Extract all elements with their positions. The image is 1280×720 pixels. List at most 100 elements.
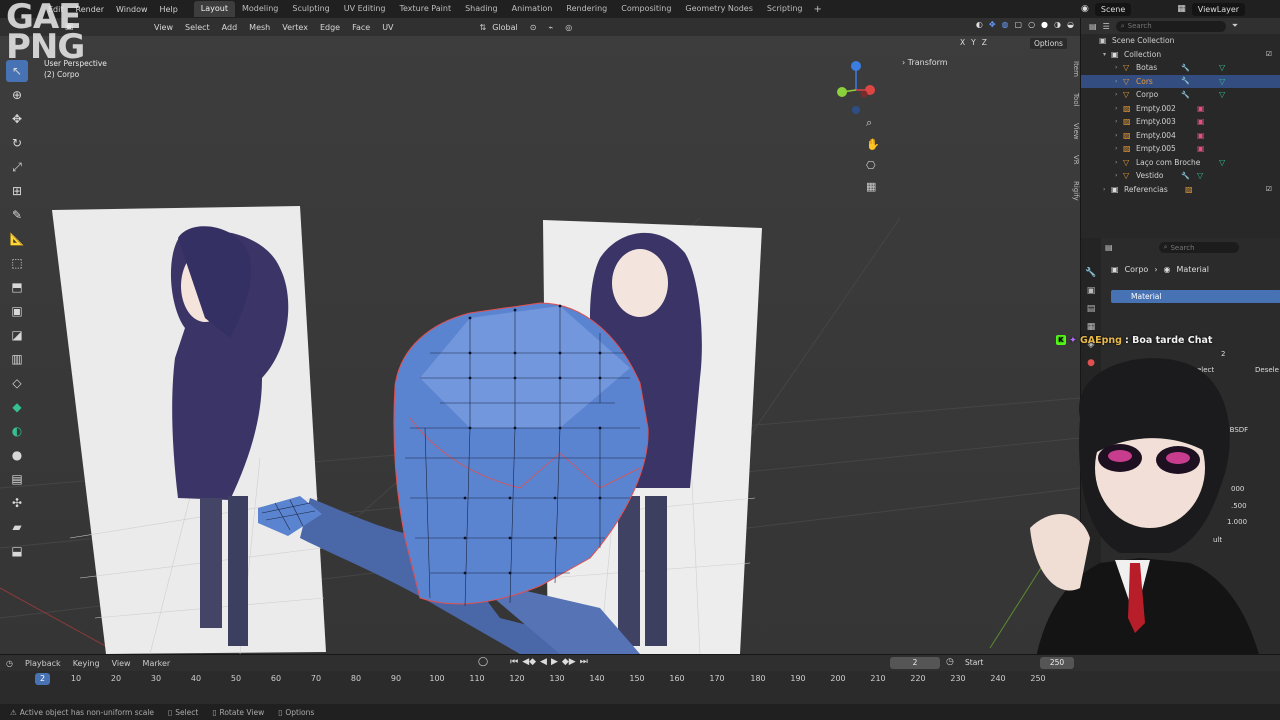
viewport-menu-edge[interactable]: Edge [314,23,346,32]
mirror-axis-x[interactable]: X [960,38,965,47]
expand-icon[interactable]: › [1103,186,1111,193]
tab-item[interactable]: Item [1064,58,1080,80]
viewport-menu-face[interactable]: Face [346,23,376,32]
menu-window[interactable]: Window [110,5,154,14]
scene-collection-row[interactable]: ▣ Scene Collection [1081,34,1280,48]
timeline-menu-playback[interactable]: Playback [19,659,67,668]
end-frame-field[interactable]: 250 [1040,657,1074,669]
current-frame-field[interactable]: 2 [890,657,940,669]
snap-icon[interactable]: ⌁ [542,23,559,32]
scale-tool-icon[interactable]: ⤢ [6,156,28,178]
outliner-item-vestido[interactable]: › ▽ Vestido 🔧 ▽ [1081,169,1280,183]
outliner-item-laco-com-broche[interactable]: › ▽ Laço com Broche ▽ [1081,156,1280,170]
outliner-item-empty-002[interactable]: › ▨ Empty.002 ▣ [1081,102,1280,116]
view-layer-props-icon[interactable]: ▦ [1087,322,1096,332]
shrink-fatten-tool-icon[interactable]: ✣ [6,492,28,514]
expand-icon[interactable]: › [1115,118,1123,125]
3d-viewport[interactable]: ▣ View Select Add Mesh Vertex Edge Face … [0,18,1080,654]
viewport-menu-select[interactable]: Select [179,23,216,32]
viewport-menu-add[interactable]: Add [216,23,244,32]
display-mode-icon[interactable]: ☰ [1103,22,1110,31]
outliner-item-cors[interactable]: › ▽ Cors 🔧 ▽ [1081,74,1280,88]
properties-search[interactable]: ⌕ Search [1158,242,1239,253]
tab-animation[interactable]: Animation [505,1,560,17]
outliner-item-referencias[interactable]: › ▣ Referencias ▨ ☑ [1081,183,1280,197]
outliner-search[interactable]: ⌕ Search [1115,20,1226,32]
tab-texture-paint[interactable]: Texture Paint [392,1,458,17]
move-tool-icon[interactable]: ✥ [6,108,28,130]
jump-keyframe-forward-icon[interactable]: ◆▶ [562,657,576,667]
editor-type-icon[interactable]: ▤ [1089,22,1097,31]
tab-shading[interactable]: Shading [458,1,505,17]
expand-icon[interactable]: › [1115,145,1123,152]
navigation-gizmo[interactable] [832,60,882,120]
extrude-tool-icon[interactable]: ⬒ [6,276,28,298]
camera-icon[interactable]: ⎔ [866,159,880,172]
tab-vr[interactable]: VR [1064,152,1080,168]
jump-keyframe-back-icon[interactable]: ◀◆ [522,657,536,667]
edge-slide-tool-icon[interactable]: ▤ [6,468,28,490]
cursor-tool-icon[interactable]: ⊕ [6,84,28,106]
filter-icon[interactable]: ⏷ [1232,21,1238,31]
play-reverse-icon[interactable]: ◀ [540,657,547,667]
expand-icon[interactable]: › [1115,159,1123,166]
tab-rigify[interactable]: Rigify [1064,178,1080,204]
tool-props-icon[interactable]: 🔧 [1085,268,1096,278]
editor-type-icon[interactable]: ▤ [1105,243,1113,252]
render-props-icon[interactable]: ▣ [1087,286,1096,296]
rip-tool-icon[interactable]: ⬓ [6,540,28,562]
add-cube-tool-icon[interactable]: ⬚ [6,252,28,274]
jump-end-icon[interactable]: ⏭ [580,657,588,667]
wireframe-shading-icon[interactable]: ○ [1028,20,1035,29]
outliner-item-botas[interactable]: › ▽ Botas 🔧 ▽ [1081,61,1280,75]
expand-icon[interactable]: › [1115,172,1123,179]
timeline-menu-view[interactable]: View [106,659,137,668]
spin-tool-icon[interactable]: ◐ [6,420,28,442]
tab-modeling[interactable]: Modeling [235,1,285,17]
menu-render[interactable]: Render [70,5,110,14]
jump-start-icon[interactable]: ⏮ [510,657,518,667]
zoom-icon[interactable]: ⌕ [866,116,880,130]
output-props-icon[interactable]: ▤ [1087,304,1096,314]
scene-selector[interactable]: Scene [1094,2,1132,16]
expand-icon[interactable]: ▾ [1103,51,1111,58]
expand-icon[interactable]: › [1115,105,1123,112]
checkbox-icon[interactable]: ☑ [1266,50,1272,58]
view-layer-selector[interactable]: ViewLayer [1191,2,1246,16]
menu-help[interactable]: Help [154,5,184,14]
annotate-tool-icon[interactable]: ✎ [6,204,28,226]
proportional-icon[interactable]: ◎ [559,23,578,32]
mirror-axis-z[interactable]: Z [982,38,987,47]
material-slot[interactable]: Material [1111,290,1280,303]
tab-view[interactable]: View [1064,120,1080,143]
xray-icon[interactable]: ▢ [1015,20,1023,29]
material-shading-icon[interactable]: ◑ [1054,20,1061,29]
mirror-axis-y[interactable]: Y [971,38,976,47]
transform-tool-icon[interactable]: ⊞ [6,180,28,202]
rotate-tool-icon[interactable]: ↻ [6,132,28,154]
checkbox-icon[interactable]: ☑ [1266,185,1272,193]
options-dropdown[interactable]: Options [1030,38,1067,49]
viewport-menu-uv[interactable]: UV [376,23,399,32]
measure-tool-icon[interactable]: 📐 [6,228,28,250]
collection-row[interactable]: ▾ ▣ Collection ☑ [1081,48,1280,62]
bevel-tool-icon[interactable]: ◪ [6,324,28,346]
render-shading-icon[interactable]: ◒ [1067,20,1074,29]
viewport-menu-view[interactable]: View [148,23,179,32]
tab-compositing[interactable]: Compositing [614,1,678,17]
knife-tool-icon[interactable]: ◇ [6,372,28,394]
outliner-item-corpo[interactable]: › ▽ Corpo 🔧 ▽ [1081,88,1280,102]
orientation-dropdown[interactable]: Global [486,23,524,32]
timeline-editor-icon[interactable]: ◷ [0,659,19,668]
pivot-icon[interactable]: ⊙ [524,23,543,32]
tab-scripting[interactable]: Scripting [760,1,810,17]
pan-hand-icon[interactable]: ✋ [866,138,880,151]
visibility-icon[interactable]: ◐ [976,20,983,29]
inset-tool-icon[interactable]: ▣ [6,300,28,322]
smooth-tool-icon[interactable]: ● [6,444,28,466]
shear-tool-icon[interactable]: ▰ [6,516,28,538]
select-box-tool-icon[interactable]: ↖ [6,60,28,82]
poly-build-tool-icon[interactable]: ◆ [6,396,28,418]
outliner-item-empty-004[interactable]: › ▨ Empty.004 ▣ [1081,129,1280,143]
tab-geometry-nodes[interactable]: Geometry Nodes [678,1,759,17]
